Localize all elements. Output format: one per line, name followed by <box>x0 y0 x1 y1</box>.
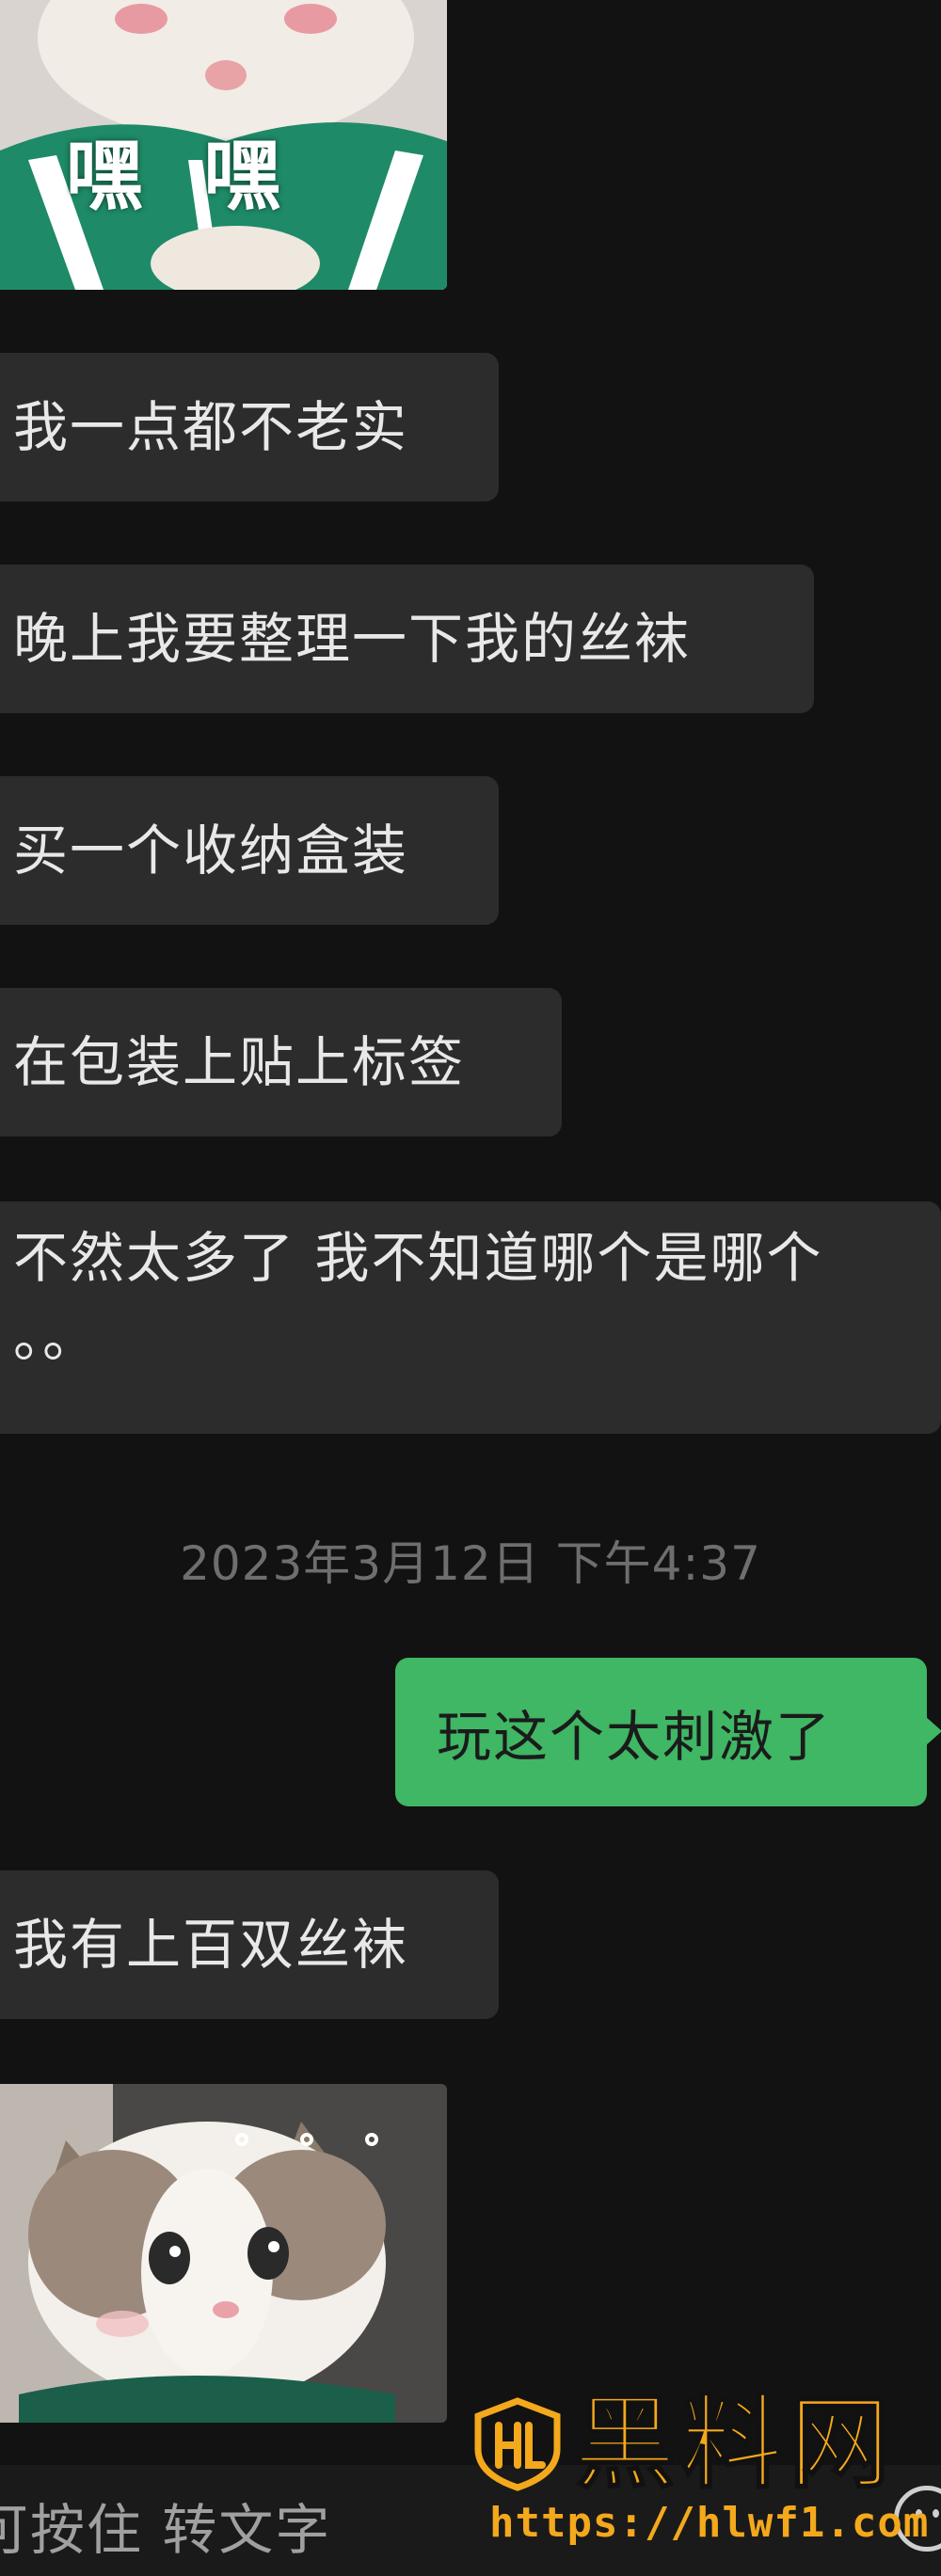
sticker-cat-bottom[interactable] <box>0 2084 447 2423</box>
dot-icon <box>365 2133 378 2146</box>
incoming-message-bubble[interactable]: 晚上我要整理一下我的丝袜 <box>0 564 814 713</box>
watermark: 黑料网 https://hlwf1.com <box>470 2385 941 2576</box>
message-text-line: 。。 <box>13 1305 100 1369</box>
message-text: 买一个收纳盒装 <box>13 819 409 883</box>
chat-timestamp: 2023年3月12日 下午4:37 <box>180 1536 761 1591</box>
bubble-tail <box>925 1716 941 1746</box>
message-text: 晚上我要整理一下我的丝袜 <box>13 607 692 671</box>
message-text: 我有上百双丝袜 <box>13 1913 409 1977</box>
hold-to-transcribe-label[interactable]: 可按住 转文字 <box>0 2486 331 2565</box>
incoming-message-bubble[interactable]: 不然太多了 我不知道哪个是哪个 。。 <box>0 1201 941 1434</box>
cat-sticker-image <box>0 2084 447 2423</box>
incoming-message-bubble[interactable]: 我一点都不老实 <box>0 353 499 501</box>
hl-shield-logo <box>474 2397 561 2491</box>
incoming-message-bubble[interactable]: 买一个收纳盒装 <box>0 776 499 925</box>
message-text: 玩这个太刺激了 <box>437 1705 833 1769</box>
incoming-message-bubble[interactable]: 在包装上贴上标签 <box>0 988 562 1137</box>
outgoing-message-bubble[interactable]: 玩这个太刺激了 <box>395 1658 941 1806</box>
message-text: 在包装上贴上标签 <box>13 1030 466 1094</box>
message-text-line: 不然太多了 我不知道哪个是哪个 <box>13 1226 823 1290</box>
typing-dots <box>235 2133 378 2146</box>
sticker-caption: 嘿 嘿 <box>66 132 298 221</box>
watermark-url: https://hlwf1.com <box>489 2499 930 2547</box>
message-text: 我一点都不老实 <box>13 395 409 459</box>
sticker-cat-top[interactable]: 嘿 嘿 <box>0 0 447 290</box>
incoming-message-bubble[interactable]: 我有上百双丝袜 <box>0 1870 499 2019</box>
watermark-title: 黑料网 <box>573 2385 897 2503</box>
dot-icon <box>235 2133 248 2146</box>
dot-icon <box>300 2133 313 2146</box>
